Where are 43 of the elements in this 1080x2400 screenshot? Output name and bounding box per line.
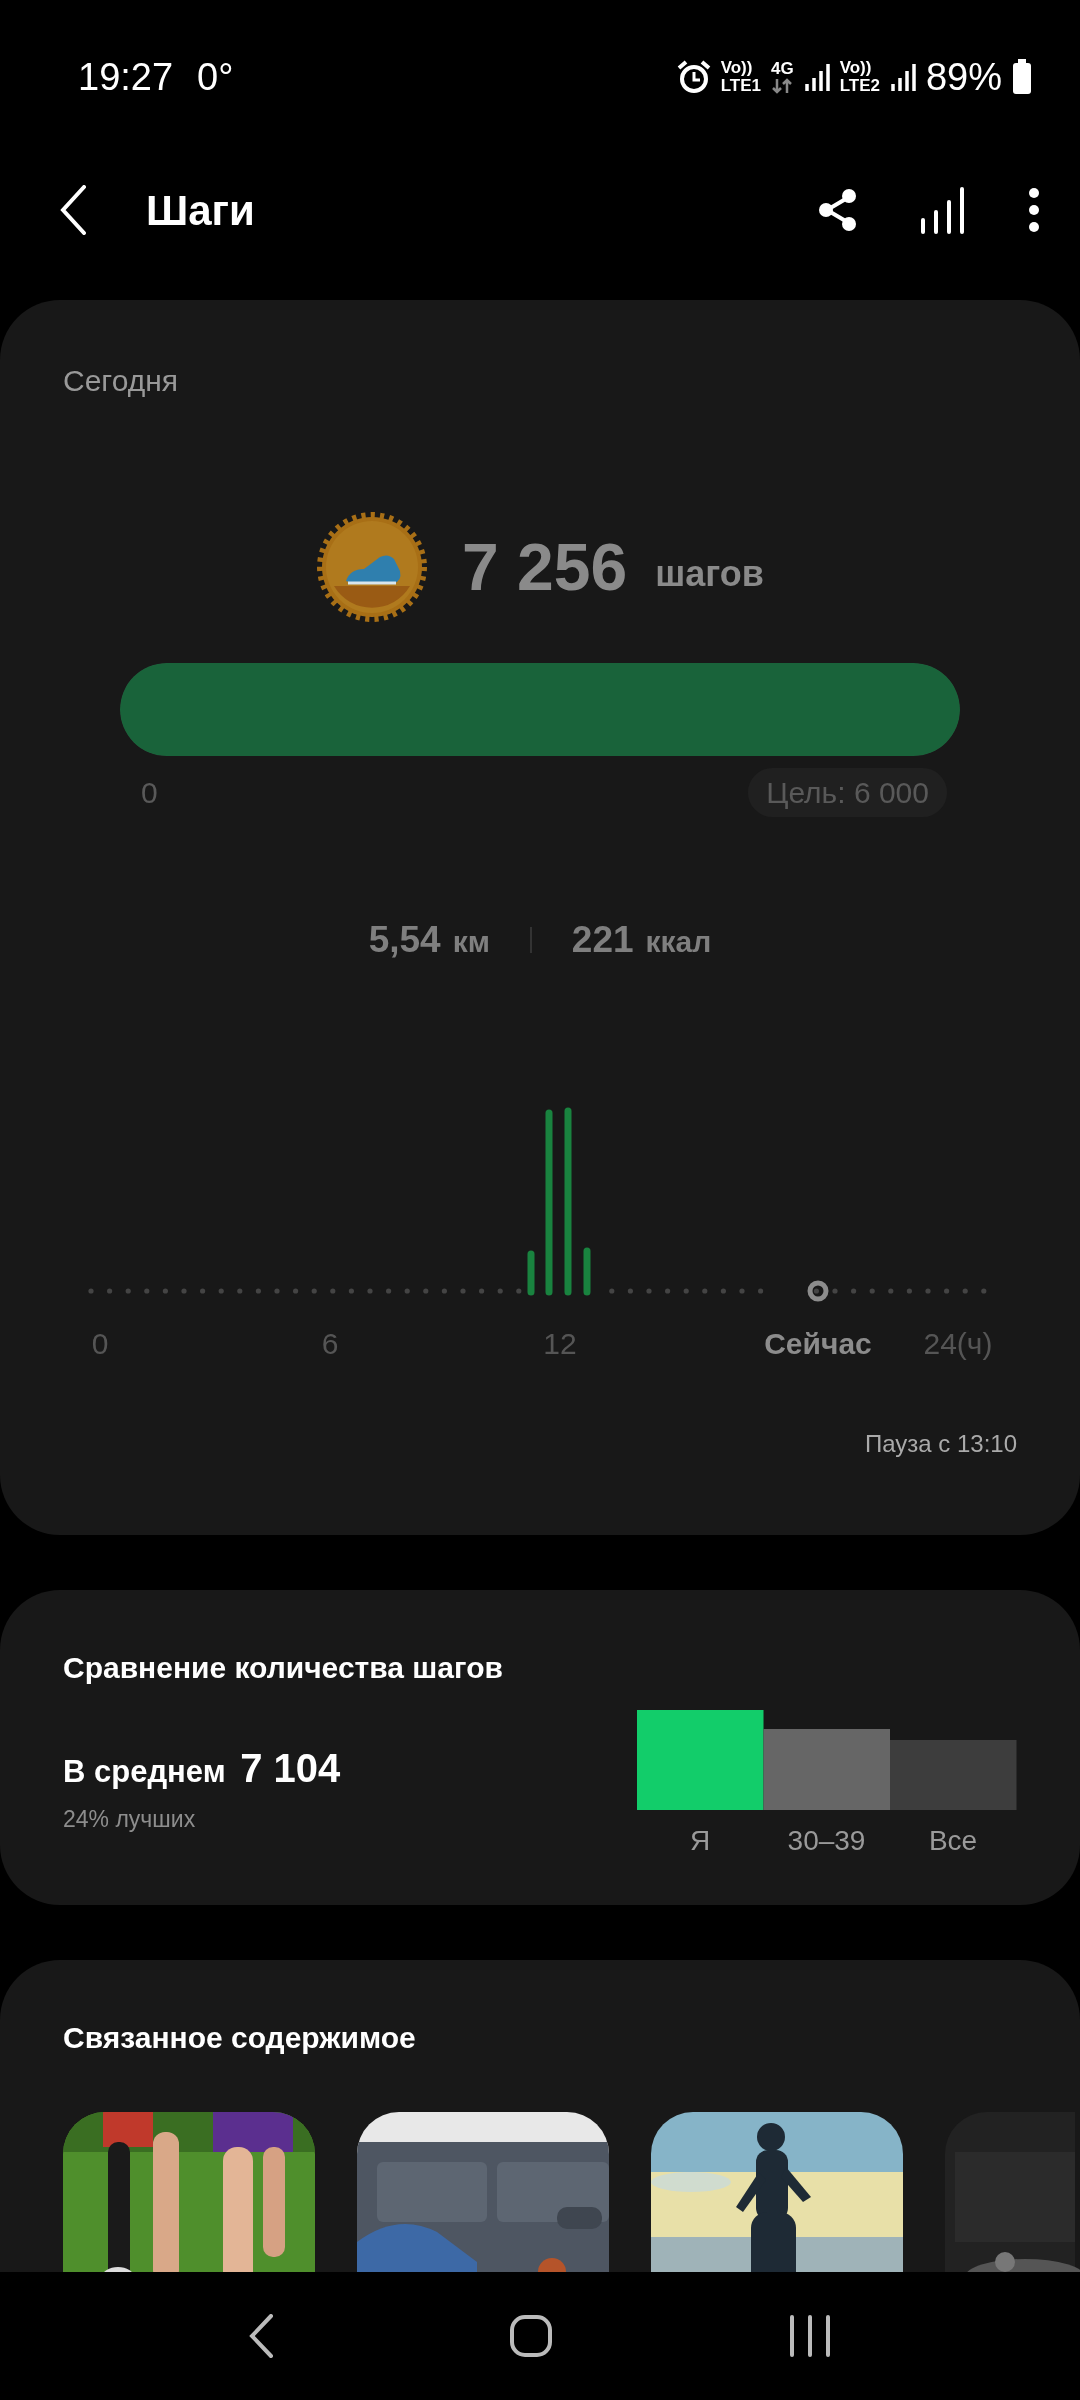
stat-unit: ккал (645, 924, 712, 960)
group-label: Я (689, 1825, 711, 1856)
group-label: 30–39 (787, 1825, 866, 1856)
more-options-button[interactable] (1028, 188, 1040, 232)
rank-label: 24% лучших (63, 1805, 197, 1834)
now-label: Сейчас (764, 1326, 872, 1360)
share-button[interactable] (818, 188, 858, 232)
temperature: 0° (197, 54, 234, 100)
hour-label: 24(ч) (923, 1326, 993, 1360)
stat-value: 5,54 (368, 918, 441, 962)
network-indicator: Vo)) LTE1 (720, 59, 761, 95)
now-marker-icon (807, 1280, 829, 1301)
page-title: Шаги (146, 185, 256, 236)
alarm-icon (676, 60, 711, 94)
stat-unit: км (452, 924, 490, 960)
network-indicator: 4G (770, 60, 794, 94)
hour-label: 0 (91, 1326, 109, 1360)
hour-label: 12 (543, 1326, 577, 1360)
chart-button[interactable] (920, 186, 966, 234)
hour-label: 6 (321, 1326, 339, 1360)
average-steps: В среднем 7 104 (63, 1738, 341, 1798)
clock-time: 19:27 (78, 54, 174, 100)
battery-percent: 89% (925, 54, 1002, 100)
today-label: Сегодня (63, 363, 179, 399)
shoe-badge-icon (316, 511, 429, 623)
related-title: Связанное содержимое (63, 2020, 417, 2056)
step-unit: шагов (655, 552, 764, 596)
network-indicator: Vo)) LTE2 (839, 59, 880, 95)
home-button[interactable] (509, 2314, 553, 2358)
comparison-title: Сравнение количества шагов (63, 1650, 504, 1686)
pause-status: Пауза с 13:10 (863, 1428, 1017, 1459)
signal-icon (889, 62, 916, 92)
recent-apps-button[interactable] (788, 2314, 833, 2358)
battery-icon (1012, 59, 1032, 95)
stat-value: 221 (571, 918, 634, 962)
back-button[interactable] (60, 185, 86, 235)
goal-label: Цель: 6 000 (748, 768, 947, 817)
group-label: Все (928, 1825, 978, 1856)
step-count: 7 256 (462, 528, 628, 606)
progress-start-label: 0 (141, 775, 158, 811)
back-nav-button[interactable] (247, 2314, 274, 2358)
signal-icon (803, 62, 830, 92)
comparison-card[interactable]: Сравнение количества шагов В среднем 7 104 24% лучших Я 30–39 Все (0, 1590, 1080, 1905)
